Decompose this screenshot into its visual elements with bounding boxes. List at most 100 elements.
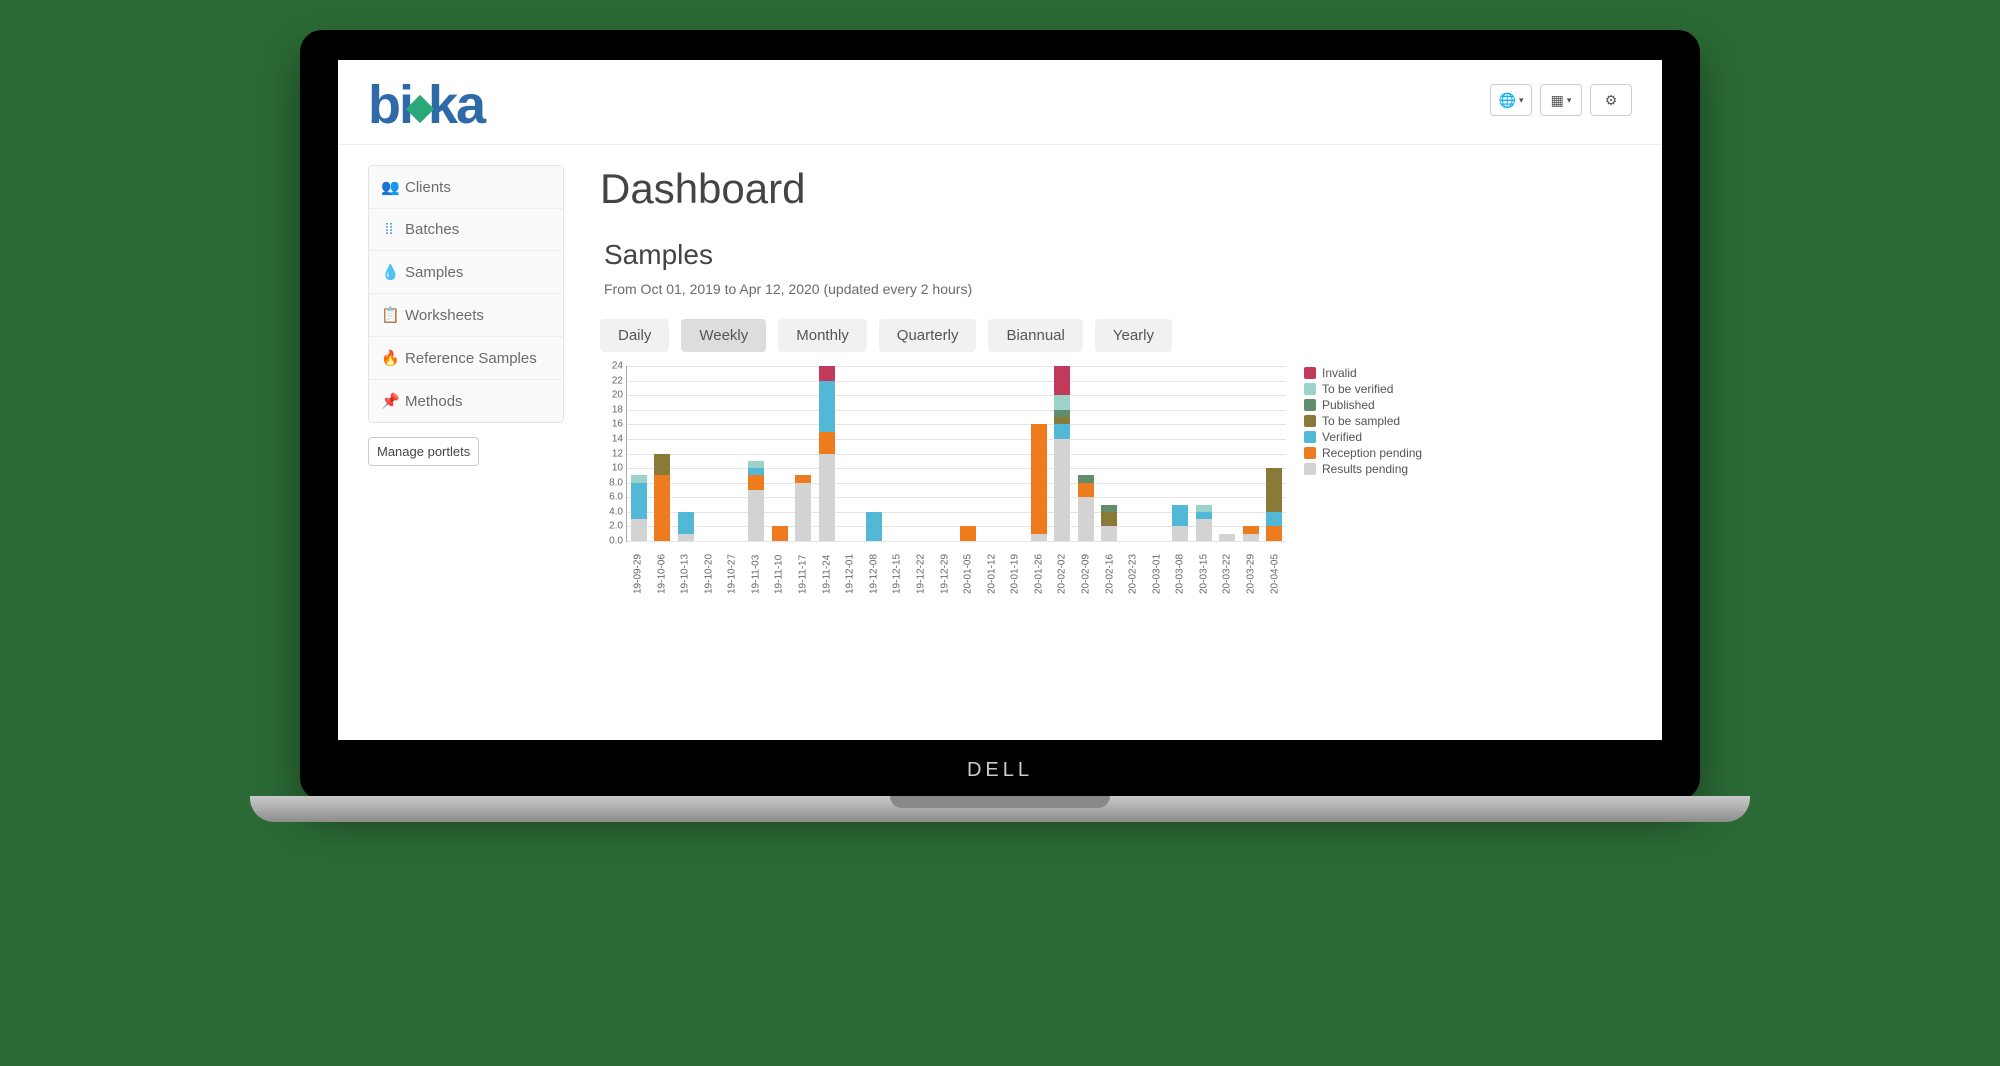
sidebar-item-label: Clients [405,179,451,196]
sidebar-item-batches[interactable]: ⁞⁞ Batches [369,209,563,251]
bar-stack[interactable] [795,475,811,541]
topbar: b i ka 🌐▾ ▦▾ ⚙ [338,60,1662,145]
logo[interactable]: b i ka [368,78,484,132]
chart-area: 0.02.04.06.08.01012141618202224 19-09-29… [600,366,1632,598]
x-tick-label: 19-10-06 [650,542,674,598]
legend-label: Results pending [1322,462,1408,476]
date-range-subtitle: From Oct 01, 2019 to Apr 12, 2020 (updat… [604,281,1632,297]
x-tick-label: 19-11-03 [744,542,768,598]
bar-stack[interactable] [772,526,788,541]
bar-column [768,366,792,541]
reference-samples-icon: 🔥 [381,349,397,367]
bar-segment [1054,366,1070,395]
bar-stack[interactable] [1031,424,1047,541]
x-tick-label: 19-10-27 [720,542,744,598]
period-quarterly-button[interactable]: Quarterly [879,319,977,352]
bar-segment [1196,519,1212,541]
bar-segment [678,534,694,541]
chart-legend: Invalid To be verified Published To be samp… [1304,366,1422,478]
sidebar-item-reference-samples[interactable]: 🔥Reference Samples [369,337,563,380]
bar-segment [1196,505,1212,512]
legend-label: Verified [1322,430,1362,444]
legend-item[interactable]: Reception pending [1304,446,1422,460]
bar-stack[interactable] [1219,534,1235,541]
bar-stack[interactable] [631,475,647,541]
samples-icon: 💧 [381,263,397,281]
laptop-brand: DELL [338,740,1662,800]
period-weekly-button[interactable]: Weekly [681,319,766,352]
x-tick-label: 20-01-26 [1027,542,1051,598]
period-yearly-button[interactable]: Yearly [1095,319,1172,352]
x-tick-label: 20-02-02 [1050,542,1074,598]
sidebar-item-samples[interactable]: 💧 Samples [369,251,563,294]
legend-item[interactable]: Results pending [1304,462,1422,476]
bar-stack[interactable] [678,512,694,541]
sidebar-item-label: Batches [405,221,459,238]
bar-segment [960,526,976,541]
bar-column [792,366,816,541]
bar-segment [748,468,764,475]
x-tick-label: 19-10-13 [673,542,697,598]
bar-stack[interactable] [819,366,835,541]
legend-item[interactable]: Invalid [1304,366,1422,380]
settings-button[interactable]: ⚙ [1590,84,1632,116]
bar-stack[interactable] [1266,468,1282,541]
bar-column [721,366,745,541]
legend-item[interactable]: Published [1304,398,1422,412]
legend-item[interactable]: Verified [1304,430,1422,444]
bar-stack[interactable] [1101,505,1117,541]
bar-segment [1266,512,1282,527]
legend-label: To be sampled [1322,414,1400,428]
globe-button[interactable]: 🌐▾ [1490,84,1532,116]
legend-item[interactable]: To be verified [1304,382,1422,396]
legend-item[interactable]: To be sampled [1304,414,1422,428]
bar-segment [819,381,835,432]
bar-stack[interactable] [1196,505,1212,541]
batches-icon: ⁞⁞ [381,221,397,238]
period-biannual-button[interactable]: Biannual [988,319,1082,352]
sidebar-item-label: Samples [405,264,463,281]
grid-button[interactable]: ▦▾ [1540,84,1582,116]
bar-segment [654,454,670,476]
period-monthly-button[interactable]: Monthly [778,319,867,352]
bars-row [627,366,1286,541]
sidebar-item-worksheets[interactable]: 📋Worksheets [369,294,563,337]
bar-column [627,366,651,541]
bar-stack[interactable] [654,454,670,542]
x-tick-label: 20-02-09 [1074,542,1098,598]
sidebar-panel: 👥Clients ⁞⁞ Batches 💧 Samples 📋Worksheets🔥Ref… [368,165,564,423]
bar-stack[interactable] [866,512,882,541]
bar-column [815,366,839,541]
sidebar-item-methods[interactable]: 📌Methods [369,380,563,422]
bar-segment [748,490,764,541]
bar-column [1074,366,1098,541]
x-tick-label: 20-03-29 [1239,542,1263,598]
bar-stack[interactable] [1054,366,1070,541]
bar-column [1098,366,1122,541]
x-tick-label: 19-11-10 [767,542,791,598]
bar-stack[interactable] [1172,505,1188,541]
legend-swatch [1304,383,1316,395]
manage-portlets-button[interactable]: Manage portlets [368,437,479,466]
y-tick-label: 10 [612,463,627,474]
x-tick-label: 20-03-01 [1145,542,1169,598]
x-tick-label: 20-01-19 [1003,542,1027,598]
bar-stack[interactable] [1243,526,1259,541]
period-daily-button[interactable]: Daily [600,319,669,352]
bar-stack[interactable] [748,461,764,541]
bar-stack[interactable] [1078,475,1094,541]
bar-segment [1031,534,1047,541]
chart-frame: 0.02.04.06.08.01012141618202224 [600,366,1286,542]
y-tick-label: 18 [612,404,627,415]
bar-column [1145,366,1169,541]
y-tick-label: 12 [612,448,627,459]
sidebar-item-clients[interactable]: 👥Clients [369,166,563,209]
period-selector: Daily Weekly Monthly Quarterly Biannual Yearl… [600,319,1632,352]
x-tick-label: 19-11-24 [815,542,839,598]
chart-plot[interactable]: 0.02.04.06.08.01012141618202224 [626,366,1286,542]
bar-segment [748,461,764,468]
laptop-frame: b i ka 🌐▾ ▦▾ ⚙ 👥Clients ⁞⁞ Batches 💧 Samples [300,30,1700,800]
x-tick-label: 19-12-22 [909,542,933,598]
bar-segment [678,512,694,534]
bar-stack[interactable] [960,526,976,541]
